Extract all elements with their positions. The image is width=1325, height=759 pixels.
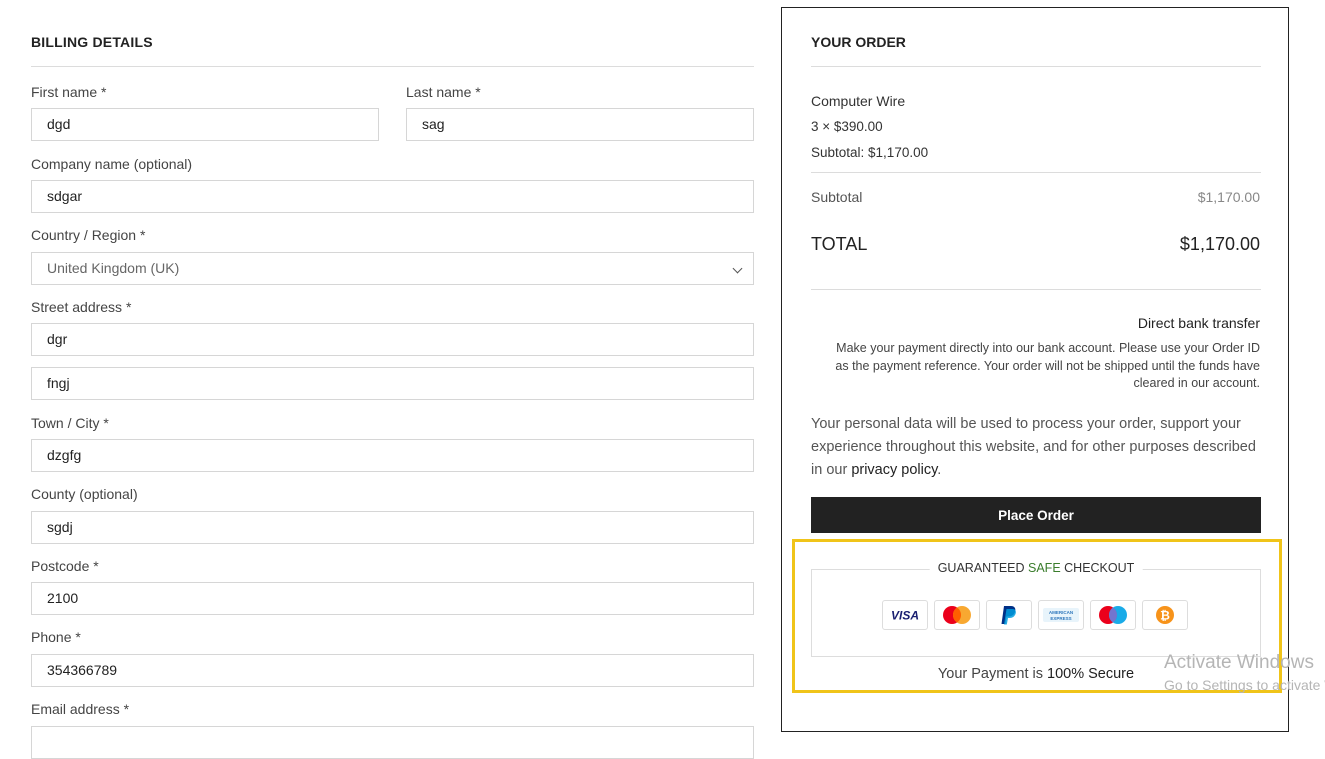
item-name: Computer Wire xyxy=(811,93,906,109)
phone-label: Phone * xyxy=(31,629,81,645)
email-label: Email address * xyxy=(31,701,130,717)
secure-checkout-box: GUARANTEED SAFE CHECKOUT VISA AMERICAN EX… xyxy=(811,561,1261,657)
total-value: $1,170.00 xyxy=(1179,234,1260,254)
billing-title: BILLING DETAILS xyxy=(31,34,153,50)
street-address-2-input[interactable]: fngj xyxy=(31,367,754,400)
secure-note-bold: 100% Secure xyxy=(1047,666,1135,682)
country-select[interactable]: United Kingdom (UK) xyxy=(31,252,754,285)
paypal-icon xyxy=(986,600,1032,630)
mastercard-icon xyxy=(934,600,980,630)
first-name-label: First name * xyxy=(31,84,107,100)
place-order-button[interactable]: Place Order xyxy=(811,497,1261,533)
company-input[interactable]: sdgar xyxy=(31,180,754,213)
item-qty-price: 3 × $390.00 xyxy=(811,119,883,134)
subtotal-label: Subtotal xyxy=(811,189,863,205)
secure-checkout-title: GUARANTEED SAFE CHECKOUT xyxy=(929,561,1143,575)
windows-activation-title: Activate Windows xyxy=(1164,652,1314,673)
street-label: Street address * xyxy=(31,299,132,315)
privacy-end: . xyxy=(937,462,942,478)
payment-cards: VISA AMERICAN EXPRESS ₿ xyxy=(882,600,1188,630)
svg-text:EXPRESS: EXPRESS xyxy=(1050,616,1071,621)
postcode-label: Postcode * xyxy=(31,558,99,574)
order-title: YOUR ORDER xyxy=(811,34,906,50)
items-divider xyxy=(811,172,1261,173)
company-label: Company name (optional) xyxy=(31,156,193,172)
billing-divider xyxy=(31,66,754,67)
first-name-input[interactable]: dgd xyxy=(31,108,379,141)
item-subtotal: Subtotal: $1,170.00 xyxy=(811,145,929,160)
county-input[interactable]: sgdj xyxy=(31,511,754,544)
secure-note-pre: Your Payment is xyxy=(937,666,1047,682)
chevron-down-icon xyxy=(732,263,743,274)
privacy-notice: Your personal data will be used to proce… xyxy=(811,413,1263,482)
privacy-policy-link[interactable]: privacy policy xyxy=(851,462,937,478)
maestro-icon xyxy=(1090,600,1136,630)
amex-icon: AMERICAN EXPRESS xyxy=(1038,600,1084,630)
secure-title-safe: SAFE xyxy=(1028,561,1061,575)
postcode-input[interactable]: 2100 xyxy=(31,582,754,615)
svg-text:₿: ₿ xyxy=(1160,609,1170,623)
town-label: Town / City * xyxy=(31,415,109,431)
secure-title-post: CHECKOUT xyxy=(1060,561,1135,575)
total-label: TOTAL xyxy=(811,234,868,254)
last-name-label: Last name * xyxy=(406,84,481,100)
order-divider xyxy=(811,66,1261,67)
payment-description: Make your payment directly into our bank… xyxy=(835,341,1260,390)
payment-method-direct-bank[interactable]: Direct bank transfer xyxy=(1138,315,1260,331)
subtotal-value: $1,170.00 xyxy=(1197,189,1260,205)
last-name-input[interactable]: sag xyxy=(406,108,754,141)
town-input[interactable]: dzgfg xyxy=(31,439,754,472)
street-address-input[interactable]: dgr xyxy=(31,323,754,356)
svg-text:AMERICAN: AMERICAN xyxy=(1049,610,1073,615)
secure-title-pre: GUARANTEED xyxy=(937,561,1029,575)
phone-input[interactable]: 354366789 xyxy=(31,654,754,687)
email-input[interactable] xyxy=(31,726,754,759)
visa-icon: VISA xyxy=(882,600,928,630)
visa-text: VISA xyxy=(891,609,919,623)
county-label: County (optional) xyxy=(31,486,138,502)
bitcoin-icon: ₿ xyxy=(1142,600,1188,630)
total-divider xyxy=(811,289,1261,290)
windows-activation-subtitle: Go to Settings to activate Windows. xyxy=(1164,677,1325,693)
country-label: Country / Region * xyxy=(31,227,146,243)
country-select-value: United Kingdom (UK) xyxy=(47,260,180,276)
